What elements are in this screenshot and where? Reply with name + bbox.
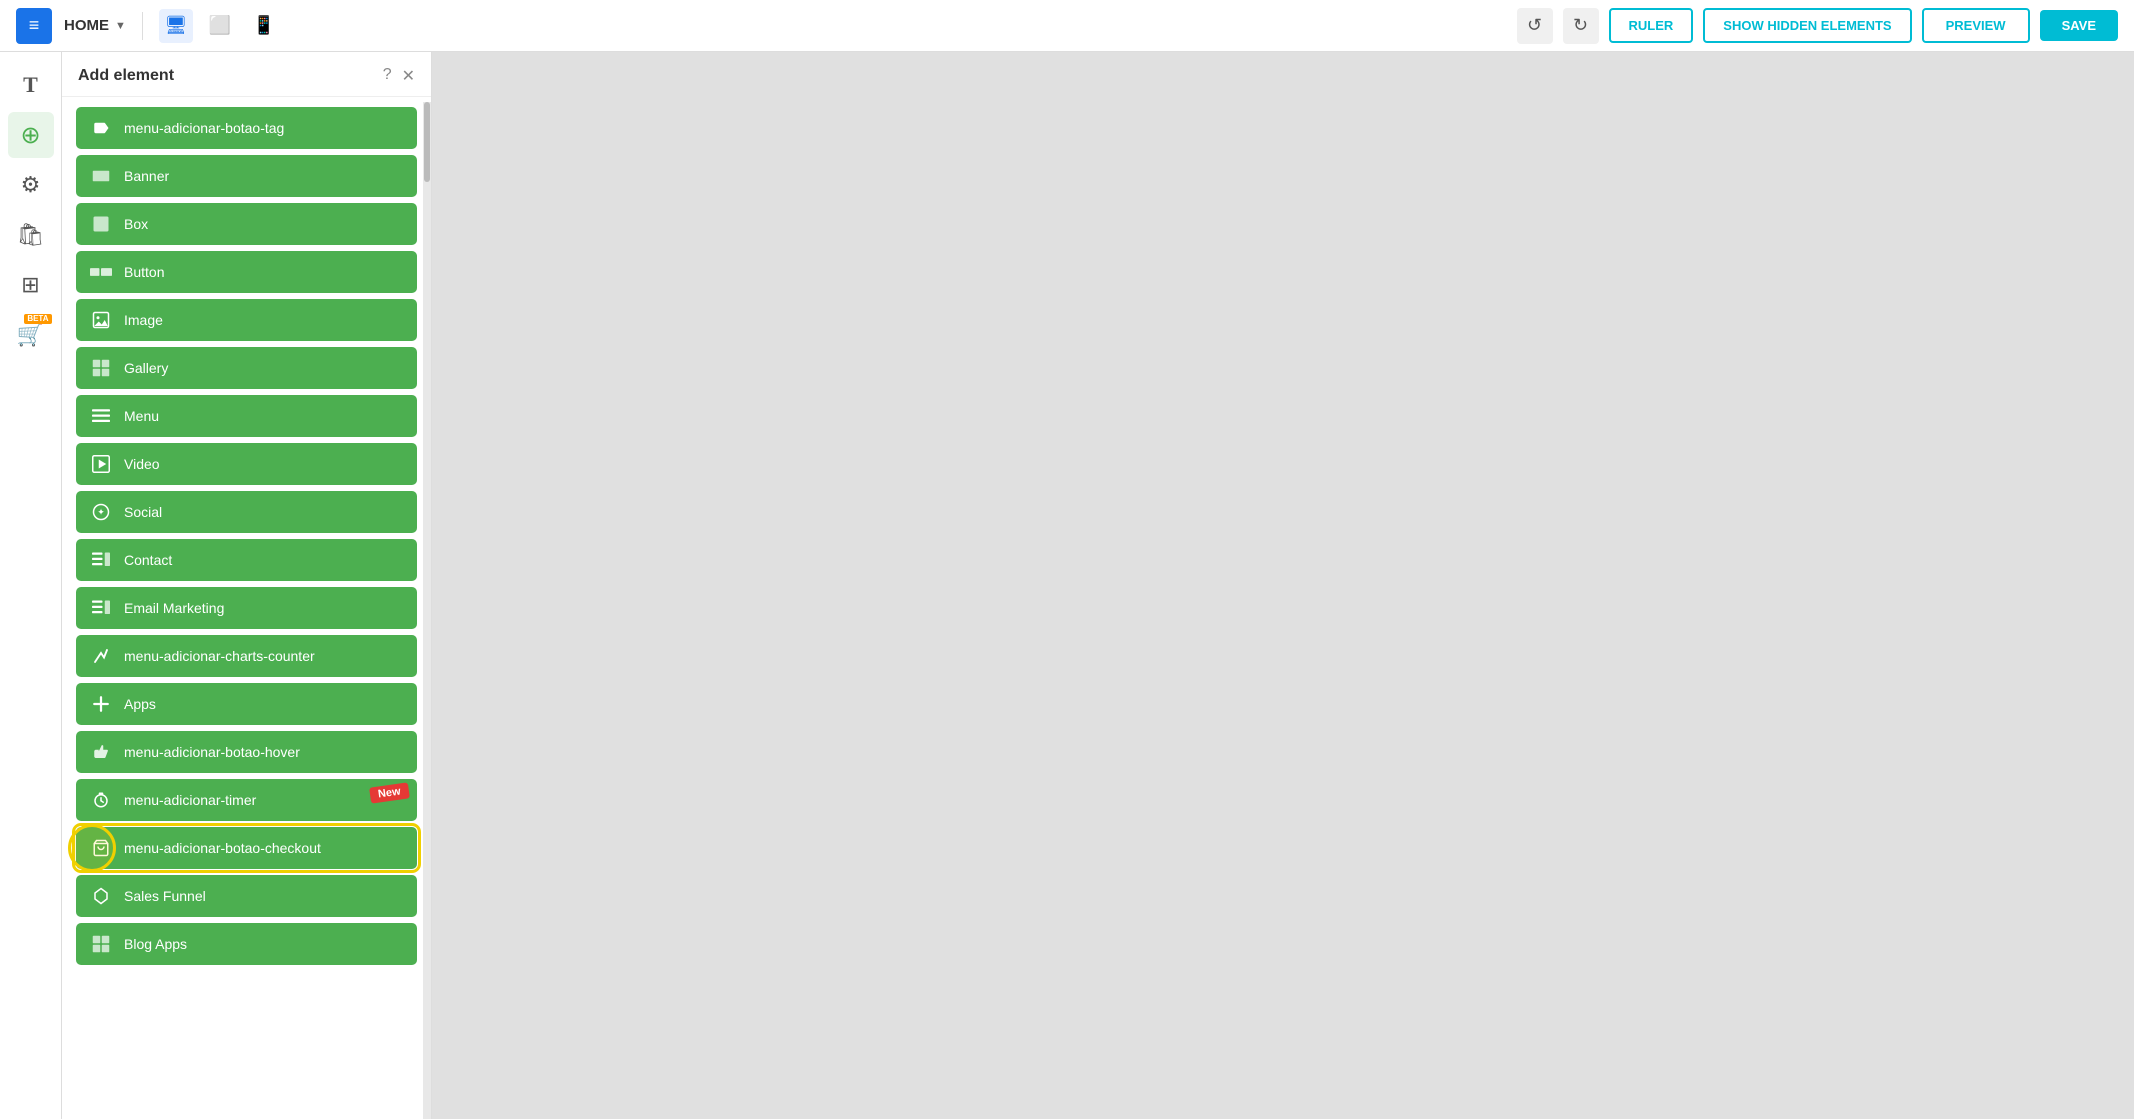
element-item-email-marketing[interactable]: Email Marketing bbox=[76, 587, 417, 629]
element-item-apps[interactable]: Apps bbox=[76, 683, 417, 725]
sidebar-beta-apps[interactable]: BETA 🛒 bbox=[8, 312, 54, 358]
panel-header-icons: ? ✕ bbox=[383, 66, 415, 86]
tablet-device-icon[interactable]: ⬜ bbox=[203, 9, 237, 43]
menu-adicionar-charts-counter-icon bbox=[90, 645, 112, 667]
beta-badge: BETA bbox=[24, 314, 51, 324]
text-icon: T bbox=[23, 72, 38, 98]
ruler-button[interactable]: RULER bbox=[1609, 8, 1694, 43]
element-item-contact[interactable]: Contact bbox=[76, 539, 417, 581]
element-item-video[interactable]: Video bbox=[76, 443, 417, 485]
element-item-blog-apps[interactable]: Blog Apps bbox=[76, 923, 417, 965]
app-logo[interactable]: ≡ bbox=[16, 8, 52, 44]
divider bbox=[142, 12, 143, 40]
cart-icon: 🛒 bbox=[17, 322, 44, 348]
element-item-button[interactable]: Button bbox=[76, 251, 417, 293]
button-label: Button bbox=[124, 264, 403, 280]
topbar: ≡ HOME ▼ 🖥 ⬜ 📱 ↺ ↻ RULER SHOW HIDDEN ELE… bbox=[0, 0, 2134, 52]
gallery-label: Gallery bbox=[124, 360, 403, 376]
sales-funnel-icon bbox=[90, 885, 112, 907]
menu-adicionar-botao-tag-icon bbox=[90, 117, 112, 139]
chevron-down-icon: ▼ bbox=[115, 20, 126, 32]
box-icon bbox=[90, 213, 112, 235]
menu-label: Menu bbox=[124, 408, 403, 424]
table-icon: ⊞ bbox=[21, 272, 39, 298]
menu-adicionar-timer-label: menu-adicionar-timer bbox=[124, 792, 403, 808]
topbar-right: ↺ ↻ RULER SHOW HIDDEN ELEMENTS PREVIEW S… bbox=[1517, 8, 2118, 44]
add-element-icon: ⊕ bbox=[20, 121, 40, 150]
blog-apps-icon bbox=[90, 933, 112, 955]
save-button[interactable]: SAVE bbox=[2040, 10, 2118, 41]
panel-title: Add element bbox=[78, 67, 174, 85]
undo-button[interactable]: ↺ bbox=[1517, 8, 1553, 44]
email-marketing-icon bbox=[90, 597, 112, 619]
sidebar-settings[interactable]: ⚙ bbox=[8, 162, 54, 208]
redo-button[interactable]: ↻ bbox=[1563, 8, 1599, 44]
element-item-banner[interactable]: Banner bbox=[76, 155, 417, 197]
menu-icon bbox=[90, 405, 112, 427]
canvas-area[interactable] bbox=[432, 52, 2134, 1119]
sidebar-store[interactable]: 🛍 bbox=[8, 212, 54, 258]
main-layout: T ⊕ ⚙ 🛍 ⊞ BETA 🛒 Add element ? ✕ me bbox=[0, 52, 2134, 1119]
banner-icon bbox=[90, 165, 112, 187]
element-item-social[interactable]: ✦ Social bbox=[76, 491, 417, 533]
image-label: Image bbox=[124, 312, 403, 328]
desktop-device-icon[interactable]: 🖥 bbox=[159, 9, 193, 43]
apps-icon bbox=[90, 693, 112, 715]
home-button[interactable]: HOME ▼ bbox=[64, 17, 126, 34]
bag-icon: 🛍 bbox=[17, 222, 45, 248]
menu-adicionar-botao-hover-label: menu-adicionar-botao-hover bbox=[124, 744, 403, 760]
box-label: Box bbox=[124, 216, 403, 232]
social-label: Social bbox=[124, 504, 403, 520]
menu-adicionar-timer-icon bbox=[90, 789, 112, 811]
menu-adicionar-botao-checkout-icon bbox=[90, 837, 112, 859]
sidebar-table[interactable]: ⊞ bbox=[8, 262, 54, 308]
element-list: menu-adicionar-botao-tag Banner Box Button I… bbox=[62, 97, 431, 1119]
contact-label: Contact bbox=[124, 552, 403, 568]
menu-adicionar-charts-counter-label: menu-adicionar-charts-counter bbox=[124, 648, 403, 664]
panel-header: Add element ? ✕ bbox=[62, 52, 431, 97]
device-selector: 🖥 ⬜ 📱 bbox=[159, 9, 281, 43]
new-badge: New bbox=[369, 782, 409, 803]
close-icon[interactable]: ✕ bbox=[402, 66, 415, 86]
email-marketing-label: Email Marketing bbox=[124, 600, 403, 616]
show-hidden-button[interactable]: SHOW HIDDEN ELEMENTS bbox=[1703, 8, 1911, 43]
blog-apps-label: Blog Apps bbox=[124, 936, 403, 952]
element-item-menu-adicionar-timer[interactable]: menu-adicionar-timerNew bbox=[76, 779, 417, 821]
apps-label: Apps bbox=[124, 696, 403, 712]
element-item-menu-adicionar-botao-checkout[interactable]: menu-adicionar-botao-checkout bbox=[76, 827, 417, 869]
banner-label: Banner bbox=[124, 168, 403, 184]
left-sidebar: T ⊕ ⚙ 🛍 ⊞ BETA 🛒 bbox=[0, 52, 62, 1119]
element-item-menu-adicionar-botao-hover[interactable]: menu-adicionar-botao-hover bbox=[76, 731, 417, 773]
contact-icon bbox=[90, 549, 112, 571]
preview-button[interactable]: PREVIEW bbox=[1922, 8, 2030, 43]
element-item-menu-adicionar-botao-tag[interactable]: menu-adicionar-botao-tag bbox=[76, 107, 417, 149]
social-icon: ✦ bbox=[90, 501, 112, 523]
mobile-device-icon[interactable]: 📱 bbox=[247, 9, 281, 43]
element-item-box[interactable]: Box bbox=[76, 203, 417, 245]
gallery-icon bbox=[90, 357, 112, 379]
element-item-gallery[interactable]: Gallery bbox=[76, 347, 417, 389]
element-item-image[interactable]: Image bbox=[76, 299, 417, 341]
menu-adicionar-botao-tag-label: menu-adicionar-botao-tag bbox=[124, 120, 403, 136]
image-icon bbox=[90, 309, 112, 331]
scrollbar-track[interactable] bbox=[423, 102, 431, 1119]
svg-text:✦: ✦ bbox=[97, 507, 105, 517]
button-icon bbox=[90, 261, 112, 283]
logo-icon: ≡ bbox=[29, 15, 40, 36]
menu-adicionar-botao-checkout-label: menu-adicionar-botao-checkout bbox=[124, 840, 403, 856]
scrollbar-thumb[interactable] bbox=[424, 102, 430, 182]
video-label: Video bbox=[124, 456, 403, 472]
add-element-panel: Add element ? ✕ menu-adicionar-botao-tag… bbox=[62, 52, 432, 1119]
video-icon bbox=[90, 453, 112, 475]
help-icon[interactable]: ? bbox=[383, 66, 392, 86]
element-item-menu[interactable]: Menu bbox=[76, 395, 417, 437]
element-item-menu-adicionar-charts-counter[interactable]: menu-adicionar-charts-counter bbox=[76, 635, 417, 677]
gear-icon: ⚙ bbox=[21, 172, 41, 198]
home-label: HOME bbox=[64, 17, 109, 34]
element-item-sales-funnel[interactable]: Sales Funnel bbox=[76, 875, 417, 917]
sales-funnel-label: Sales Funnel bbox=[124, 888, 403, 904]
sidebar-add-element[interactable]: ⊕ bbox=[8, 112, 54, 158]
sidebar-text-tool[interactable]: T bbox=[8, 62, 54, 108]
menu-adicionar-botao-hover-icon bbox=[90, 741, 112, 763]
